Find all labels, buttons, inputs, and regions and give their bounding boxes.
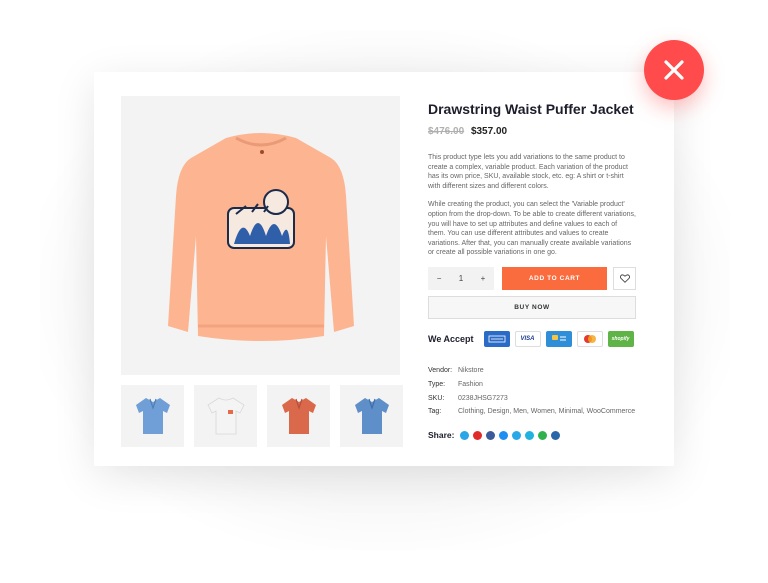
quantity-stepper: − 1 + (428, 267, 494, 290)
product-info: Drawstring Waist Puffer Jacket $476.00 $… (428, 100, 636, 258)
meta-value: 0238JHSG7273 (458, 394, 508, 402)
description-paragraph-1: This product type lets you add variation… (428, 154, 628, 190)
heart-icon (619, 274, 630, 283)
vimeo-icon[interactable] (525, 430, 535, 440)
main-product-image[interactable] (121, 96, 400, 375)
whatsapp-icon[interactable] (538, 430, 548, 440)
we-accept-label: We Accept (428, 334, 474, 344)
thumbnail-1[interactable] (121, 385, 184, 447)
old-price: $476.00 (428, 126, 465, 137)
thumbnail-strip (121, 385, 403, 447)
skype-icon[interactable] (460, 430, 470, 440)
blue-polo-shirt-icon (135, 398, 170, 434)
mastercard-icon (576, 331, 603, 347)
meta-key: Type: (428, 381, 446, 389)
meta-tags: Tag: Clothing, Design, Men, Women, Minim… (428, 405, 635, 419)
close-icon (664, 60, 684, 80)
pinterest-icon[interactable] (473, 430, 483, 440)
meta-vendor: Vendor: Nikstore (428, 364, 635, 378)
meta-value[interactable]: Fashion (458, 381, 483, 388)
facebook-icon[interactable] (486, 430, 496, 440)
add-to-cart-button[interactable]: ADD TO CART (502, 267, 607, 290)
increase-quantity-button[interactable]: + (481, 274, 486, 283)
orange-polo-shirt-icon (281, 398, 316, 434)
payment-methods: We Accept VISA shopify (428, 331, 639, 347)
white-tshirt-icon (206, 397, 245, 435)
cart-row: − 1 + ADD TO CART (428, 267, 636, 290)
meta-value[interactable]: Nikstore (458, 367, 484, 374)
thumbnail-2[interactable] (194, 385, 257, 447)
thumbnail-3[interactable] (267, 385, 330, 447)
visa-card-icon: VISA (514, 331, 541, 347)
quantity-value[interactable]: 1 (459, 274, 463, 283)
twitter-icon[interactable] (512, 430, 522, 440)
meta-key: Tag: (428, 408, 442, 416)
current-price: $357.00 (470, 126, 508, 137)
cb-card-icon (545, 331, 572, 347)
buy-now-button[interactable]: BUY NOW (428, 296, 636, 319)
messenger-icon[interactable] (499, 430, 509, 440)
share-label: Share: (428, 430, 455, 440)
product-meta: Vendor: Nikstore Type: Fashion SKU: 0238… (428, 364, 635, 419)
shopify-icon: shopify (607, 331, 634, 347)
product-title: Drawstring Waist Puffer Jacket (428, 101, 634, 117)
meta-type: Type: Fashion (428, 378, 635, 392)
price-block: $476.00 $357.00 (428, 126, 636, 137)
amex-card-icon (483, 331, 510, 347)
linkedin-icon[interactable] (551, 430, 561, 440)
share-row: Share: (428, 430, 564, 440)
decrease-quantity-button[interactable]: − (437, 274, 442, 283)
meta-key: Vendor: (428, 367, 453, 375)
thumbnail-4[interactable] (340, 385, 403, 447)
blue-polo-shirt-icon (354, 398, 389, 434)
sweatshirt-icon (167, 132, 354, 341)
close-button[interactable] (644, 40, 704, 100)
meta-value[interactable]: Clothing, Design, Men, Women, Minimal, W… (458, 408, 635, 415)
product-description: This product type lets you add variation… (428, 153, 636, 258)
wishlist-button[interactable] (613, 267, 636, 290)
meta-key: SKU: (428, 394, 445, 402)
description-paragraph-2: While creating the product, you can sele… (428, 201, 636, 257)
meta-sku: SKU: 0238JHSG7273 (428, 391, 635, 405)
